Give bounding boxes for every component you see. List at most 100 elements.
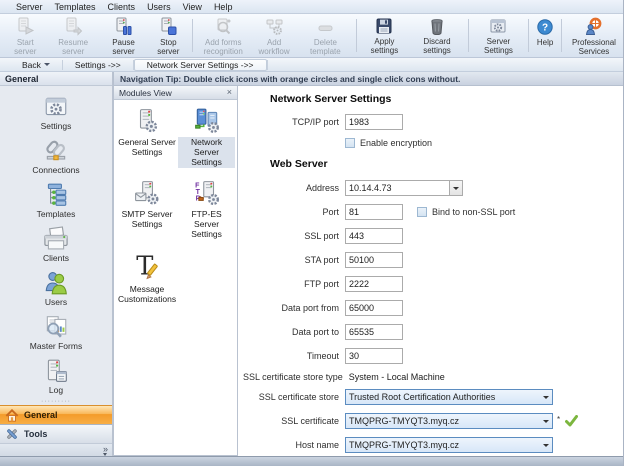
add-forms-icon — [214, 17, 233, 36]
chevron-down-icon — [543, 420, 549, 423]
server-gear-icon — [134, 108, 160, 134]
cert-store-combobox[interactable]: Trusted Root Certification Authorities — [345, 389, 553, 405]
help-button[interactable]: ? Help — [532, 15, 558, 56]
ftp-port-label: FTP port — [243, 279, 339, 289]
sidebar-item-clients[interactable]: Clients — [8, 223, 104, 266]
breadcrumb-separator — [267, 60, 268, 70]
module-message-customizations[interactable]: T Message Customizations — [116, 251, 178, 304]
sta-port-input[interactable] — [345, 252, 403, 268]
sta-port-row: STA port — [243, 252, 623, 268]
professional-services-button[interactable]: Professional Services — [565, 15, 623, 56]
sidebar-header: General — [0, 72, 112, 86]
app-window: Server Templates Clients Users View Help… — [0, 0, 624, 466]
dropdown-button[interactable] — [449, 181, 462, 195]
module-ftp-es-server-settings[interactable]: FTP FTP-ES Server Settings — [178, 180, 235, 240]
close-icon[interactable]: × — [227, 88, 232, 97]
chevron-down-icon — [543, 444, 549, 447]
ftp-port-input[interactable] — [345, 276, 403, 292]
delete-template-icon — [316, 17, 335, 36]
server-envelope-gear-icon — [134, 180, 160, 206]
data-port-from-input[interactable] — [345, 300, 403, 316]
sidebar-nav-items: Settings Connections Templates Clients — [0, 86, 112, 398]
data-port-to-label: Data port to — [243, 327, 339, 337]
menu-bar: Server Templates Clients Users View Help — [0, 0, 623, 14]
menu-templates[interactable]: Templates — [49, 0, 102, 14]
toolbar-separator — [192, 19, 193, 52]
tcpip-port-label: TCP/IP port — [243, 117, 339, 127]
module-label: SMTP Server Settings — [116, 209, 178, 229]
chain-links-icon — [43, 137, 69, 164]
menu-view[interactable]: View — [177, 0, 208, 14]
dropdown-button[interactable] — [539, 390, 552, 404]
back-button[interactable]: Back — [10, 59, 62, 71]
server-settings-button[interactable]: Server Settings — [472, 15, 526, 56]
required-asterisk: * — [557, 415, 560, 424]
sidebar-item-settings[interactable]: Settings — [8, 91, 104, 134]
host-name-combobox[interactable]: TMQPRG-TMYQT3.myq.cz — [345, 437, 553, 453]
sidebar-item-templates[interactable]: Templates — [8, 179, 104, 222]
add-workflow-icon — [265, 17, 284, 36]
discard-settings-button[interactable]: Discard settings — [409, 15, 465, 56]
sidebar-item-log[interactable]: Log — [8, 355, 104, 398]
data-port-to-input[interactable] — [345, 324, 403, 340]
ssl-port-input[interactable] — [345, 228, 403, 244]
chevron-down-icon — [453, 187, 459, 190]
back-dropdown-arrow-icon — [44, 63, 50, 66]
module-smtp-server-settings[interactable]: SMTP Server Settings — [116, 180, 178, 240]
life-ring-person-icon — [584, 17, 603, 36]
sidebar-overflow-bar: » — [0, 443, 112, 456]
server-stop-icon — [159, 17, 178, 36]
menu-help[interactable]: Help — [208, 0, 239, 14]
toolbar-separator — [356, 19, 357, 52]
menu-clients[interactable]: Clients — [102, 0, 142, 14]
svg-text:?: ? — [542, 23, 548, 34]
breadcrumb-settings[interactable]: Settings ->> — [63, 59, 133, 71]
toolbar-button-label: Add workflow — [254, 38, 294, 56]
server-clipboard-icon — [43, 357, 69, 384]
address-label: Address — [243, 183, 339, 193]
trash-icon — [428, 17, 446, 35]
sidebar-footer-tools[interactable]: Tools — [0, 424, 112, 443]
ftp-port-row: FTP port — [243, 276, 623, 292]
add-workflow-button: Add workflow — [250, 15, 298, 56]
sidebar-item-label: Log — [49, 385, 63, 395]
module-network-server-settings[interactable]: Network Server Settings — [178, 108, 235, 168]
module-general-server-settings[interactable]: General Server Settings — [116, 108, 178, 168]
server-pause-icon — [114, 17, 133, 36]
menu-server[interactable]: Server — [10, 0, 49, 14]
toolbar-separator — [468, 19, 469, 52]
port-input[interactable] — [345, 204, 403, 220]
sidebar-item-connections[interactable]: Connections — [8, 135, 104, 178]
ssl-certificate-combobox[interactable]: TMQPRG-TMYQT3.myq.cz — [345, 413, 553, 429]
sidebar-item-master-forms[interactable]: Master Forms — [8, 311, 104, 354]
module-label: General Server Settings — [116, 137, 178, 157]
pause-server-button[interactable]: Pause server — [100, 15, 147, 56]
tcpip-port-input[interactable] — [345, 114, 403, 130]
breadcrumb-network-server-settings[interactable]: Network Server Settings ->> — [134, 59, 267, 71]
enable-encryption-checkbox[interactable] — [345, 138, 355, 148]
toolbar-button-label: Resume server — [51, 38, 96, 56]
toolbar-button-label: Delete template — [302, 38, 349, 56]
bind-non-ssl-checkbox[interactable] — [417, 207, 427, 217]
server-start-icon — [16, 17, 35, 36]
chevron-down-icon — [543, 396, 549, 399]
apply-settings-button[interactable]: Apply settings — [360, 15, 410, 56]
module-label: FTP-ES Server Settings — [178, 209, 235, 240]
window-gear-icon — [489, 17, 507, 35]
sidebar-splitter-handle[interactable]: ········· — [0, 398, 112, 405]
stop-server-button[interactable]: Stop server — [147, 15, 189, 56]
floppy-disk-icon — [375, 17, 393, 35]
help-icon: ? — [536, 17, 554, 36]
dropdown-button[interactable] — [539, 414, 552, 428]
overflow-chevron-button[interactable]: » — [103, 445, 108, 456]
sidebar-item-users[interactable]: Users — [8, 267, 104, 310]
sidebar-footer-general[interactable]: General — [0, 405, 112, 424]
address-combobox[interactable]: 10.14.4.73 — [345, 180, 463, 196]
ssl-port-row: SSL port — [243, 228, 623, 244]
port-label: Port — [243, 207, 339, 217]
network-servers-gear-icon — [193, 108, 221, 134]
timeout-input[interactable] — [345, 348, 403, 364]
dropdown-button[interactable] — [539, 438, 552, 452]
delete-template-button: Delete template — [298, 15, 353, 56]
menu-users[interactable]: Users — [141, 0, 177, 14]
